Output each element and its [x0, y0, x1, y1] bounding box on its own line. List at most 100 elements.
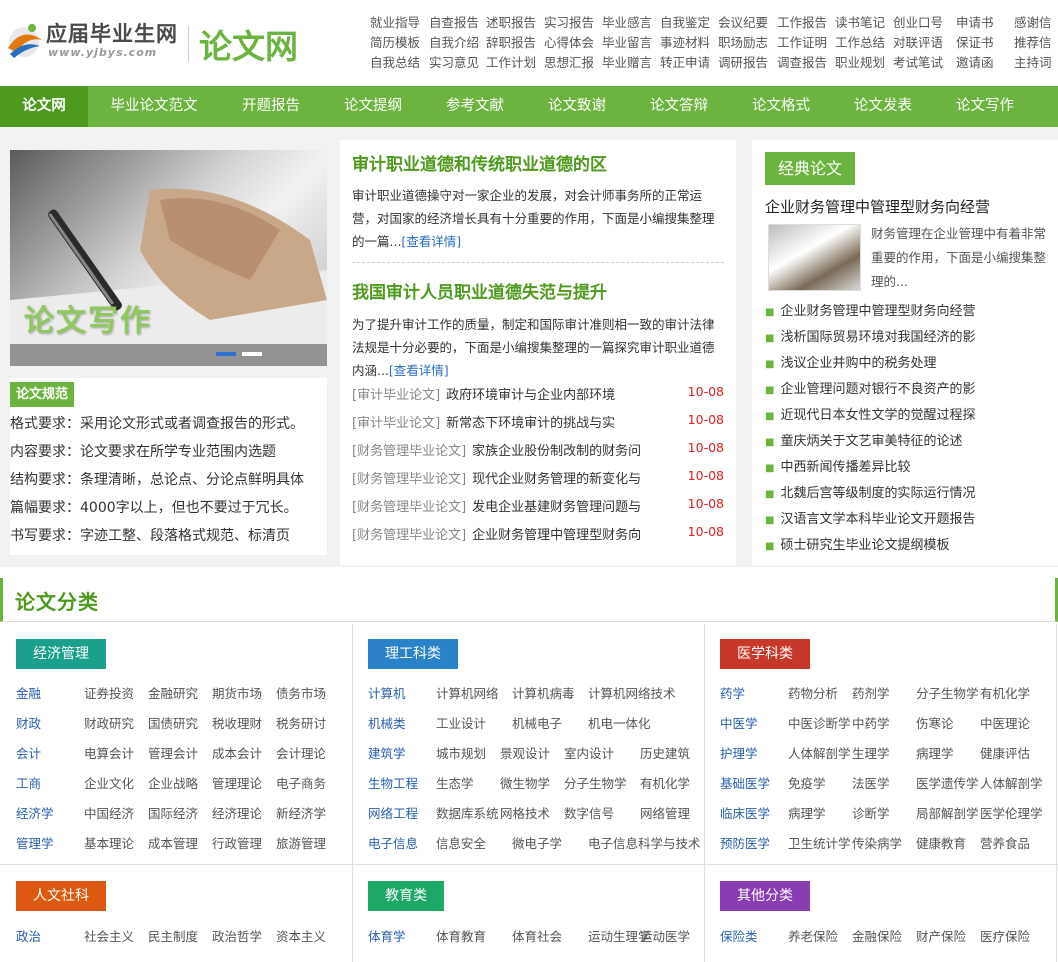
- subcategory-link[interactable]: 体育社会: [512, 926, 562, 945]
- top-link[interactable]: 简历模板: [370, 32, 420, 51]
- top-link[interactable]: 心得体会: [544, 32, 594, 51]
- nav-item[interactable]: 论文发表: [832, 86, 934, 127]
- nav-item[interactable]: 论文提纲: [322, 86, 424, 127]
- classic-item-title[interactable]: 硕士研究生毕业论文提纲模板: [780, 538, 949, 553]
- subcategory-link[interactable]: 数据库系统: [436, 803, 499, 822]
- article-list-item[interactable]: [财务管理毕业论文] 发电企业基建财务管理问题与 10-08: [352, 496, 724, 518]
- subcategory-link[interactable]: 药物分析: [788, 683, 838, 702]
- article-title[interactable]: 现代企业财务管理的新变化与: [472, 472, 641, 487]
- subcategory-link[interactable]: 养老保险: [788, 926, 838, 945]
- classic-list-item[interactable]: ■ 中西新闻传播差异比较: [765, 456, 1050, 475]
- category-link[interactable]: 保险类: [720, 926, 758, 945]
- article-title[interactable]: 政府环境审计与企业内部环境: [446, 388, 615, 403]
- slide-dot-1[interactable]: [216, 352, 236, 356]
- subcategory-link[interactable]: 微电子学: [512, 833, 562, 852]
- subcategory-link[interactable]: 民主制度: [148, 926, 198, 945]
- classic-item-title[interactable]: 中西新闻传播差异比较: [780, 460, 910, 475]
- subcategory-link[interactable]: 分子生物学: [916, 683, 979, 702]
- top-link[interactable]: 工作证明: [777, 32, 827, 51]
- subcategory-link[interactable]: 生态学: [436, 773, 474, 792]
- top-link[interactable]: 毕业留言: [602, 32, 652, 51]
- subcategory-link[interactable]: 财产保险: [916, 926, 966, 945]
- top-link[interactable]: 转正申请: [660, 52, 710, 71]
- subcategory-link[interactable]: 电子信息科学与技术: [588, 833, 701, 852]
- logo-text[interactable]: 应届毕业生网: [46, 18, 178, 48]
- top-link[interactable]: 调研报告: [718, 52, 768, 71]
- top-link[interactable]: 主持词: [1014, 52, 1052, 71]
- category-link[interactable]: 电子信息: [368, 833, 418, 852]
- category-link[interactable]: 管理学: [16, 833, 54, 852]
- subcategory-link[interactable]: 医疗保险: [980, 926, 1030, 945]
- article-list-item[interactable]: [审计毕业论文] 政府环境审计与企业内部环境 10-08: [352, 384, 724, 406]
- classic-list-item[interactable]: ■ 汉语言文学本科毕业论文开题报告: [765, 508, 1050, 527]
- subcategory-link[interactable]: 中医理论: [980, 713, 1030, 732]
- subcategory-link[interactable]: 企业战略: [148, 773, 198, 792]
- slide-dot-2[interactable]: [242, 352, 262, 356]
- top-link[interactable]: 工作总结: [835, 32, 885, 51]
- subcategory-link[interactable]: 债务市场: [276, 683, 326, 702]
- category-link[interactable]: 计算机: [368, 683, 406, 702]
- subcategory-link[interactable]: 免疫学: [788, 773, 826, 792]
- nav-item[interactable]: 论文格式: [730, 86, 832, 127]
- article-category[interactable]: [审计毕业论文]: [352, 388, 440, 403]
- top-link[interactable]: 申请书: [956, 12, 994, 31]
- subcategory-link[interactable]: 数字信号: [564, 803, 614, 822]
- subcategory-link[interactable]: 室内设计: [564, 743, 614, 762]
- article-title[interactable]: 企业财务管理中管理型财务向: [472, 528, 641, 543]
- article-title[interactable]: 发电企业基建财务管理问题与: [472, 500, 641, 515]
- subcategory-link[interactable]: 企业文化: [84, 773, 134, 792]
- classic-list-item[interactable]: ■ 童庆炳关于文艺审美特征的论述: [765, 430, 1050, 449]
- top-link[interactable]: 自查报告: [429, 12, 479, 31]
- category-link[interactable]: 中医学: [720, 713, 758, 732]
- category-tag[interactable]: 理工科类: [368, 639, 458, 669]
- top-link[interactable]: 实习报告: [544, 12, 594, 31]
- subcategory-link[interactable]: 医学遗传学: [916, 773, 979, 792]
- top-link[interactable]: 辞职报告: [486, 32, 536, 51]
- top-link[interactable]: 实习意见: [429, 52, 479, 71]
- subcategory-link[interactable]: 医学伦理学: [980, 803, 1043, 822]
- classic-item-title[interactable]: 童庆炳关于文艺审美特征的论述: [780, 434, 962, 449]
- subcategory-link[interactable]: 微生物学: [500, 773, 550, 792]
- subcategory-link[interactable]: 机械电子: [512, 713, 562, 732]
- article-category[interactable]: [财务管理毕业论文]: [352, 472, 466, 487]
- subcategory-link[interactable]: 诊断学: [852, 803, 890, 822]
- category-link[interactable]: 预防医学: [720, 833, 770, 852]
- subcategory-link[interactable]: 金融研究: [148, 683, 198, 702]
- category-link[interactable]: 政治: [16, 926, 41, 945]
- nav-item[interactable]: 参考文献: [424, 86, 526, 127]
- nav-item[interactable]: 论文网: [0, 86, 88, 127]
- top-link[interactable]: 感谢信: [1014, 12, 1052, 31]
- article-category[interactable]: [财务管理毕业论文]: [352, 528, 466, 543]
- article-category[interactable]: [财务管理毕业论文]: [352, 444, 466, 459]
- subcategory-link[interactable]: 国债研究: [148, 713, 198, 732]
- subcategory-link[interactable]: 有机化学: [980, 683, 1030, 702]
- subcategory-link[interactable]: 成本会计: [212, 743, 262, 762]
- category-link[interactable]: 财政: [16, 713, 41, 732]
- top-link[interactable]: 考试笔试: [893, 52, 943, 71]
- hero-slider[interactable]: 论文写作: [10, 150, 327, 366]
- featured-title-1[interactable]: 审计职业道德和传统职业道德的区: [352, 150, 607, 175]
- subcategory-link[interactable]: 运动医学: [640, 926, 690, 945]
- subcategory-link[interactable]: 病理学: [788, 803, 826, 822]
- subcategory-link[interactable]: 期货市场: [212, 683, 262, 702]
- classic-item-title[interactable]: 浅析国际贸易环境对我国经济的影: [780, 330, 975, 345]
- subcategory-link[interactable]: 信息安全: [436, 833, 486, 852]
- subcategory-link[interactable]: 资本主义: [276, 926, 326, 945]
- subcategory-link[interactable]: 传染病学: [852, 833, 902, 852]
- subcategory-link[interactable]: 成本管理: [148, 833, 198, 852]
- category-link[interactable]: 护理学: [720, 743, 758, 762]
- subcategory-link[interactable]: 政治哲学: [212, 926, 262, 945]
- category-link[interactable]: 工商: [16, 773, 41, 792]
- classic-list-item[interactable]: ■ 北魏后宫等级制度的实际运行情况: [765, 482, 1050, 501]
- top-link[interactable]: 创业口号: [893, 12, 943, 31]
- category-link[interactable]: 临床医学: [720, 803, 770, 822]
- classic-title[interactable]: 企业财务管理中管理型财务向经营: [765, 196, 990, 217]
- top-link[interactable]: 工作计划: [486, 52, 536, 71]
- top-link[interactable]: 自我介绍: [429, 32, 479, 51]
- category-link[interactable]: 会计: [16, 743, 41, 762]
- top-link[interactable]: 邀请函: [956, 52, 994, 71]
- subcategory-link[interactable]: 分子生物学: [564, 773, 627, 792]
- subcategory-link[interactable]: 社会主义: [84, 926, 134, 945]
- article-title[interactable]: 家族企业股份制改制的财务问: [472, 444, 641, 459]
- subcategory-link[interactable]: 健康教育: [916, 833, 966, 852]
